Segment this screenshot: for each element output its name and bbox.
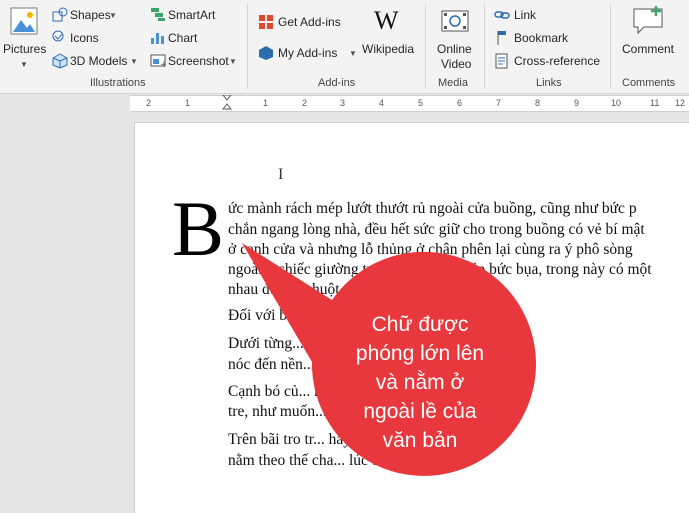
callout-text: Chữ được phóng lớn lên và nằm ở ngoài lề… [325, 310, 515, 455]
callout-line: phóng lớn lên [355, 342, 485, 365]
callout-line: Chữ được [371, 313, 469, 336]
callout-line: và nằm ở [375, 371, 465, 394]
callout-line: văn bản [382, 429, 458, 452]
callout-line: ngoài lề của [363, 400, 477, 423]
